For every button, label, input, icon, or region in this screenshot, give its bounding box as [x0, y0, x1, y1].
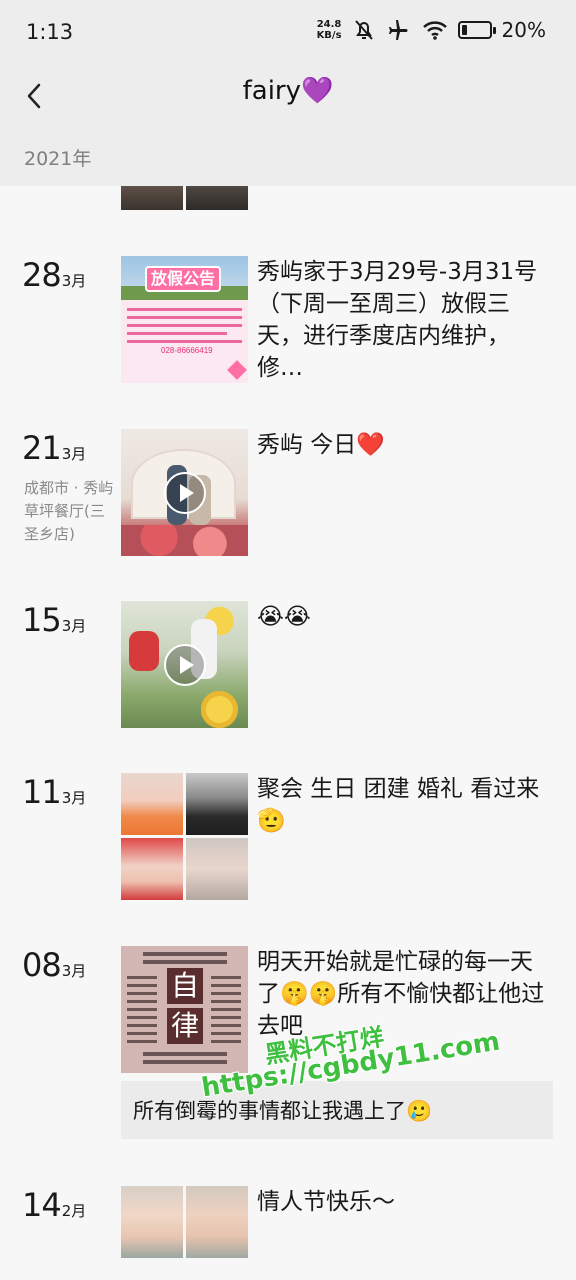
- photo[interactable]: [121, 773, 183, 835]
- nav-bar: fairy💜: [0, 66, 576, 126]
- poster-line: [127, 316, 242, 319]
- status-time: 1:13: [26, 20, 74, 44]
- entry-date: 153月: [22, 601, 87, 639]
- status-icons: 24.8 KB/s 20%: [317, 18, 546, 42]
- play-icon[interactable]: [164, 472, 206, 514]
- year-header: 2021年: [0, 126, 576, 186]
- poster-line: [143, 1060, 227, 1064]
- discipline-poster-image[interactable]: 自 律: [121, 946, 248, 1073]
- entry-date: 083月: [22, 946, 87, 984]
- moment-text: 秀屿 今日❤️: [257, 432, 385, 458]
- entry-date: 142月: [22, 1186, 87, 1224]
- poster-title: 放假公告: [145, 266, 221, 292]
- grimace-emoji: 🥲: [406, 1099, 433, 1123]
- saluting-emoji: 🫡: [257, 808, 286, 834]
- entry-date: 113月: [22, 773, 87, 811]
- photo[interactable]: [121, 838, 183, 900]
- wifi-icon: [422, 21, 447, 40]
- moment-text: 😭😭: [257, 601, 553, 633]
- poster-line: [127, 332, 227, 335]
- moment-text: 秀屿家于3月29号-3月31号（下周一至周三）放假三天，进行季度店内维护，修…: [257, 259, 538, 381]
- airplane-icon: [388, 20, 407, 40]
- battery-level: [461, 25, 467, 35]
- photo[interactable]: [121, 1186, 183, 1258]
- moment-text: 明天开始就是忙碌的每一天了🤫🤫所有不愉快都让他过去吧: [257, 949, 545, 1039]
- purple-heart-emoji: 💜: [301, 76, 334, 106]
- video-thumbnail[interactable]: [121, 429, 248, 556]
- crying-emoji: 😭😭: [257, 604, 311, 630]
- holiday-notice-image[interactable]: 放假公告 028-86666419: [121, 256, 248, 383]
- poster-line: [143, 952, 227, 956]
- moments-feed[interactable]: 283月 放假公告 028-86666419 秀屿家于3月29号-3月31号（下…: [0, 186, 576, 1280]
- photo-grid: [121, 1186, 248, 1258]
- poster-char: 自: [167, 968, 203, 1004]
- battery-icon: [457, 21, 496, 39]
- poster-line: [127, 308, 242, 311]
- moment-text: 情人节快乐～: [257, 1189, 395, 1215]
- yellow-flower: [201, 691, 247, 728]
- heart-decoration: [227, 360, 247, 380]
- shushing-emoji: 🤫🤫: [280, 981, 338, 1007]
- poster-text-column: [211, 976, 241, 1046]
- prev-entry-images[interactable]: [121, 186, 248, 210]
- moment-text: 聚会 生日 团建 婚礼 看过来 🫡: [257, 776, 540, 834]
- entry-date: 283月: [22, 256, 87, 294]
- poster-text-column: [127, 976, 157, 1046]
- poster-phone: 028-86666419: [161, 346, 213, 355]
- poster-char: 律: [167, 1008, 203, 1044]
- year-label: 2021年: [24, 148, 92, 170]
- poster-line: [143, 1052, 227, 1056]
- play-icon[interactable]: [164, 644, 206, 686]
- photo[interactable]: [121, 186, 183, 210]
- video-thumbnail[interactable]: [121, 601, 248, 728]
- entry-date: 213月: [22, 429, 87, 467]
- network-speed: 24.8 KB/s: [316, 19, 342, 41]
- flower-floor: [121, 525, 248, 556]
- shared-quote[interactable]: 所有倒霉的事情都让我遇上了🥲: [121, 1081, 553, 1139]
- photo[interactable]: [186, 838, 248, 900]
- mute-icon: [354, 20, 373, 40]
- page-title: fairy💜: [242, 76, 334, 106]
- battery-percent: 20%: [501, 18, 546, 42]
- photo[interactable]: [186, 1186, 248, 1258]
- photo[interactable]: [186, 773, 248, 835]
- person-figure: [129, 631, 159, 671]
- poster-line: [143, 960, 227, 964]
- poster-line: [127, 324, 242, 327]
- status-bar: 1:13 24.8 KB/s 20%: [0, 0, 576, 66]
- photo[interactable]: [186, 186, 248, 210]
- location-link[interactable]: 成都市 · 秀屿草坪餐厅(三圣乡店): [24, 477, 116, 546]
- quote-text: 所有倒霉的事情都让我遇上了🥲: [133, 1099, 433, 1123]
- photo-grid: [121, 773, 248, 900]
- red-heart-emoji: ❤️: [356, 432, 385, 458]
- poster-line: [127, 340, 242, 343]
